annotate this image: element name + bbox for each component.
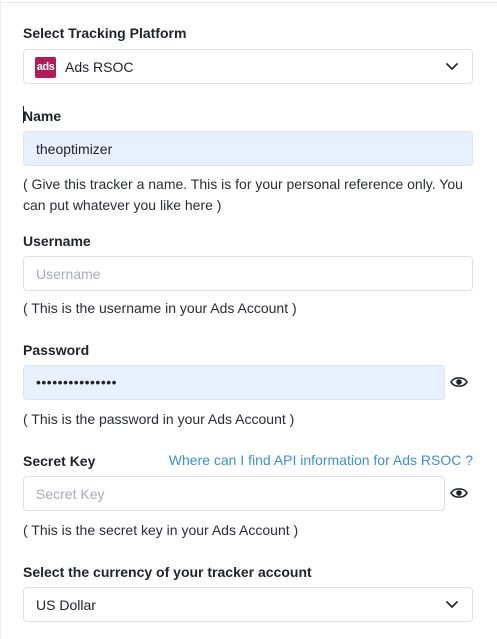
eye-icon[interactable]	[450, 375, 468, 389]
left-border	[0, 0, 1, 639]
ads-logo-icon: ads	[35, 57, 56, 78]
password-label: Password	[23, 342, 90, 358]
currency-label: Select the currency of your tracker acco…	[23, 564, 312, 580]
secret-key-placeholder: Secret Key	[36, 486, 105, 502]
name-label: Name	[23, 108, 62, 124]
eye-icon[interactable]	[450, 486, 468, 500]
currency-select[interactable]: US Dollar	[23, 587, 473, 622]
platform-select[interactable]: ads Ads RSOC	[23, 49, 473, 84]
password-help-text: ( This is the password in your Ads Accou…	[23, 411, 295, 427]
secret-key-field[interactable]: Secret Key	[23, 476, 445, 511]
name-value: theoptimizer	[36, 141, 113, 157]
top-divider	[0, 2, 497, 3]
secret-key-help-text: ( This is the secret key in your Ads Acc…	[23, 522, 299, 538]
platform-label: Select Tracking Platform	[23, 25, 187, 41]
currency-value: US Dollar	[36, 597, 96, 613]
username-placeholder: Username	[36, 266, 101, 282]
secret-key-label: Secret Key	[23, 453, 96, 469]
username-help-text: ( This is the username in your Ads Accou…	[23, 300, 297, 316]
username-field[interactable]: Username	[23, 256, 473, 291]
password-field[interactable]: •••••••••••••••	[23, 365, 445, 400]
chevron-down-icon	[446, 63, 458, 70]
api-info-link[interactable]: Where can I find API information for Ads…	[169, 452, 473, 468]
password-value: •••••••••••••••	[36, 374, 118, 390]
name-help-text: ( Give this tracker a name. This is for …	[23, 176, 463, 213]
username-label: Username	[23, 233, 91, 249]
chevron-down-icon	[446, 601, 458, 608]
platform-value: Ads RSOC	[65, 59, 134, 75]
name-field[interactable]: theoptimizer	[23, 131, 473, 166]
